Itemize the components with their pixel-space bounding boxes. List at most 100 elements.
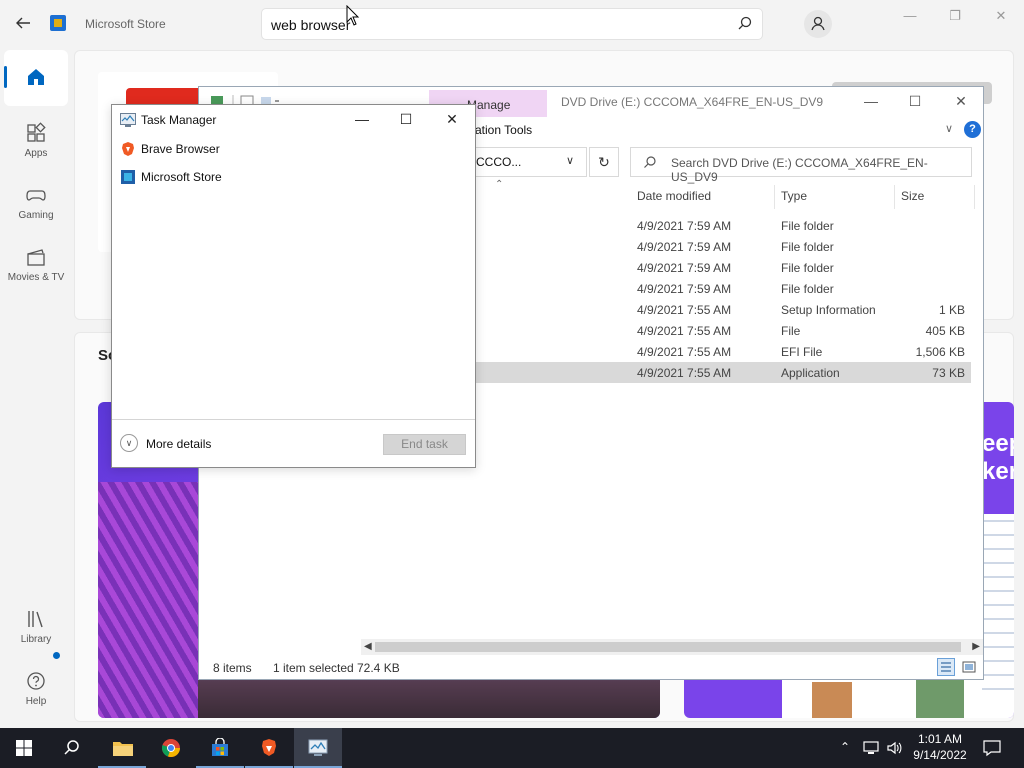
file-date: 4/9/2021 7:59 AM [637,261,732,275]
start-button[interactable] [0,728,48,768]
user-avatar[interactable] [804,10,832,38]
task-manager-icon [308,738,328,758]
search-icon [643,155,657,169]
file-type: File folder [781,240,834,254]
nav-item-library[interactable]: Library [4,600,68,656]
tile-headline-line1: eep [982,430,1014,457]
store-close-icon[interactable]: ✕ [991,8,1011,24]
task-list-item[interactable]: Microsoft Store [112,163,475,191]
column-type[interactable]: Type [781,189,807,203]
file-size: 1 KB [938,303,965,317]
store-search-value: web browser [271,17,351,33]
column-size[interactable]: Size [901,189,924,203]
file-row[interactable]: 4/9/2021 7:55 AM Setup Information 1 KB [475,299,971,320]
help-icon [25,670,47,692]
scroll-right-icon[interactable]: ▶ [972,639,980,655]
notification-center-icon[interactable] [982,738,1002,758]
store-title-bar: Microsoft Store web browser — ❐ ✕ [0,0,1024,48]
large-icons-view-icon[interactable] [961,659,977,675]
file-type: EFI File [781,345,823,359]
ribbon-expand-chevron-icon[interactable]: ∨ [945,122,953,135]
nav-label-gaming: Gaming [18,210,54,221]
chevron-down-icon[interactable]: ∨ [120,434,138,452]
file-date: 4/9/2021 7:59 AM [637,240,732,254]
file-row[interactable]: 4/9/2021 7:59 AM File folder [475,215,971,236]
column-separator[interactable] [894,185,895,209]
file-row[interactable]: 4/9/2021 7:59 AM File folder [475,236,971,257]
store-search-input[interactable]: web browser [261,8,763,40]
tile-document-preview [982,520,1014,700]
nav-item-home[interactable] [4,50,68,106]
file-row-selected[interactable]: 4/9/2021 7:55 AM Application 73 KB [475,362,971,383]
tab-application-tools[interactable]: ation Tools [475,123,532,137]
details-view-icon[interactable] [937,658,955,676]
column-date-modified[interactable]: Date modified [637,189,711,203]
taskbar-store[interactable] [196,728,244,768]
volume-icon[interactable] [886,740,904,759]
tile-photo-1 [812,682,852,718]
address-bar[interactable]: CCCO... ∨ [459,147,587,177]
nav-item-movies[interactable]: Movies & TV [4,238,68,294]
explorer-maximize-icon[interactable]: ☐ [905,93,925,111]
task-manager-icon [120,113,136,127]
explorer-search-input[interactable]: Search DVD Drive (E:) CCCOMA_X64FRE_EN-U… [630,147,972,184]
taskmgr-minimize-icon[interactable]: — [352,111,372,129]
taskmgr-close-icon[interactable]: ✕ [442,111,462,129]
address-dropdown-icon[interactable]: ∨ [566,154,574,167]
column-separator[interactable] [774,185,775,209]
nav-item-help[interactable]: Help [4,662,68,718]
nav-item-gaming[interactable]: Gaming [4,176,68,232]
file-type: File folder [781,261,834,275]
search-icon[interactable] [737,15,753,31]
refresh-icon[interactable]: ↻ [589,147,619,177]
nav-item-apps[interactable]: Apps [4,114,68,170]
help-icon[interactable]: ? [964,121,981,138]
task-manager-title: Task Manager [141,113,217,127]
explorer-minimize-icon[interactable]: — [861,93,881,111]
taskbar-chrome[interactable] [147,728,195,768]
more-details-link[interactable]: More details [146,437,211,451]
file-size: 405 KB [925,324,965,338]
brave-icon [259,738,279,758]
file-row[interactable]: 4/9/2021 7:55 AM EFI File 1,506 KB [475,341,971,362]
file-type: Application [781,366,840,380]
horizontal-scrollbar[interactable]: ◀ ▶ [361,639,983,655]
store-restore-icon[interactable]: ❐ [945,8,965,24]
file-date: 4/9/2021 7:55 AM [637,324,732,338]
scrollbar-thumb[interactable] [375,642,961,652]
brave-icon [120,141,136,157]
file-date: 4/9/2021 7:55 AM [637,303,732,317]
taskbar-file-explorer[interactable] [98,728,146,768]
nav-label-help: Help [25,696,47,707]
taskbar-brave[interactable] [245,728,293,768]
file-size: 1,506 KB [915,345,965,359]
task-manager-title-bar: Task Manager — ☐ ✕ [112,105,475,135]
explorer-status-bar: 8 items 1 item selected 72.4 KB [199,657,983,679]
file-type: File [781,324,801,338]
search-icon [62,738,82,758]
chrome-icon [161,738,181,758]
system-clock[interactable]: 1:01 AM 9/14/2022 [904,731,976,763]
scroll-left-icon[interactable]: ◀ [364,639,372,655]
taskbar-task-manager[interactable] [294,728,342,768]
tile-headline: eepkers [982,430,1014,486]
file-row[interactable]: 4/9/2021 7:59 AM File folder [475,257,971,278]
end-task-button[interactable]: End task [383,434,466,455]
show-hidden-icons-chevron-icon[interactable]: ⌃ [840,740,850,754]
store-minimize-icon[interactable]: — [900,8,920,24]
mouse-cursor-icon [346,5,360,26]
store-icon [210,737,230,758]
explorer-close-icon[interactable]: ✕ [951,93,971,111]
taskbar: ⌃ 1:01 AM 9/14/2022 [0,728,1024,768]
nav-label-apps: Apps [24,148,48,159]
taskmgr-maximize-icon[interactable]: ☐ [396,111,416,129]
back-arrow-icon[interactable] [12,14,34,34]
sort-up-icon: ⌃ [495,179,504,190]
taskbar-search-button[interactable] [48,728,96,768]
file-row[interactable]: 4/9/2021 7:59 AM File folder [475,278,971,299]
file-row[interactable]: 4/9/2021 7:55 AM File 405 KB [475,320,971,341]
network-icon[interactable] [862,740,880,759]
status-selected: 1 item selected [273,661,354,675]
task-list-item[interactable]: Brave Browser [112,135,475,163]
column-separator[interactable] [974,185,975,209]
